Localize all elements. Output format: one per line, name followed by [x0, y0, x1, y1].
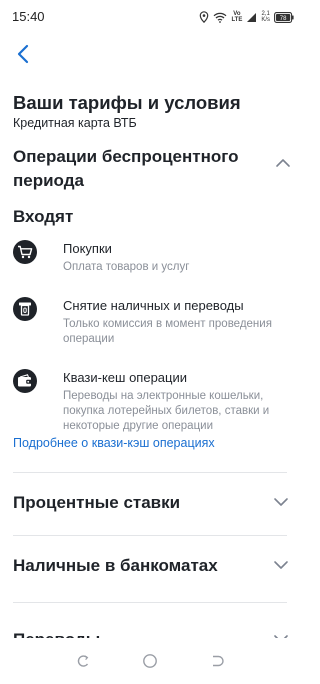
wallet-icon	[13, 369, 37, 393]
divider	[13, 535, 287, 536]
operation-description: Переводы на электронные кошельки, покупк…	[63, 390, 270, 432]
svg-text:78: 78	[280, 16, 287, 22]
divider	[13, 602, 287, 603]
back-nav-icon	[212, 655, 224, 667]
recent-apps-button[interactable]	[73, 651, 93, 671]
section-title: Процентные ставки	[13, 493, 181, 512]
section-atm-cash[interactable]: Наличные в банкоматах	[13, 551, 293, 581]
back-button[interactable]	[12, 42, 36, 66]
operation-title: Снятие наличных и переводы	[63, 298, 244, 313]
status-time: 15:40	[12, 9, 45, 24]
back-nav-button[interactable]	[207, 651, 227, 671]
operation-description: Только комиссия в момент проведения опер…	[63, 318, 272, 345]
page-title: Ваши тарифы и условия	[13, 92, 241, 113]
battery-icon: 78	[274, 11, 294, 23]
recent-apps-icon	[78, 655, 89, 667]
section-title: Операции беспроцентного периода	[13, 147, 239, 190]
chevron-up-icon	[276, 159, 290, 167]
atm-withdraw-icon	[13, 297, 37, 321]
section-interest-rates[interactable]: Процентные ставки	[13, 488, 293, 518]
signal-icon	[247, 12, 257, 22]
home-button[interactable]	[140, 651, 160, 671]
operation-title: Покупки	[63, 241, 112, 256]
chevron-down-icon	[274, 498, 288, 506]
volte-label: Vo LTE	[231, 11, 243, 23]
operation-title: Квази-кеш операции	[63, 370, 188, 385]
grace-period-section-header[interactable]: Операции беспроцентного периода	[13, 145, 293, 193]
operation-description: Оплата товаров и услуг	[63, 261, 190, 273]
section-title: Наличные в банкоматах	[13, 556, 218, 575]
chevron-left-icon	[17, 44, 29, 64]
included-subheader: Входят	[13, 207, 74, 226]
quasi-cash-details-link[interactable]: Подробнее о квази-кэш операциях	[13, 436, 215, 450]
wifi-icon	[213, 12, 227, 23]
cart-icon	[13, 240, 37, 264]
divider	[13, 472, 287, 473]
home-circle-icon	[143, 654, 157, 668]
system-nav-bar	[0, 638, 300, 684]
network-speed: 2,1 K/s	[261, 11, 270, 23]
chevron-down-icon	[274, 561, 288, 569]
status-icons: Vo LTE 2,1 K/s 78	[199, 7, 294, 27]
status-bar: 15:40 Vo LTE 2,1 K/s 78	[0, 0, 300, 34]
location-icon	[200, 11, 209, 23]
page-subtitle: Кредитная карта ВТБ	[13, 116, 137, 130]
